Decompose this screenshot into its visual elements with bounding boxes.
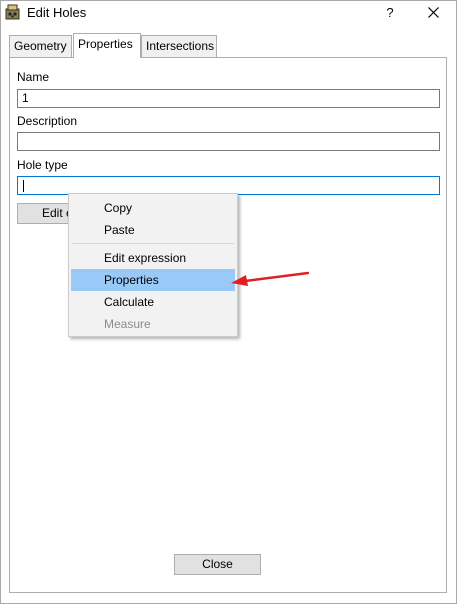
help-button[interactable]: ? [379,1,401,25]
tab-geometry[interactable]: Geometry [9,35,72,57]
menu-item-edit-expression[interactable]: Edit expression [71,247,235,269]
menu-item-properties[interactable]: Properties [71,269,235,291]
text-caret [23,180,24,192]
red-arrow-annotation [231,271,310,286]
menu-item-paste[interactable]: Paste [71,219,235,241]
hole-type-label: Hole type [17,158,68,172]
app-icon [5,4,21,20]
edit-holes-dialog: Edit Holes ? Geometry Properties Interse… [0,0,457,604]
context-menu: Copy Paste Edit expression Properties Ca… [68,193,238,337]
menu-separator [72,243,234,244]
window-title: Edit Holes [27,5,87,20]
title-bar[interactable]: Edit Holes ? [1,1,456,25]
tab-intersections[interactable]: Intersections [141,35,217,57]
name-field[interactable]: 1 [17,89,440,108]
menu-item-calculate[interactable]: Calculate [71,291,235,313]
name-label: Name [17,70,50,84]
menu-item-copy[interactable]: Copy [71,197,235,219]
tab-properties[interactable]: Properties [73,33,141,58]
menu-item-measure: Measure [104,317,151,331]
description-label: Description [17,114,78,128]
close-button[interactable]: Close [174,554,261,575]
close-icon[interactable] [418,1,448,25]
description-field[interactable] [17,132,440,151]
